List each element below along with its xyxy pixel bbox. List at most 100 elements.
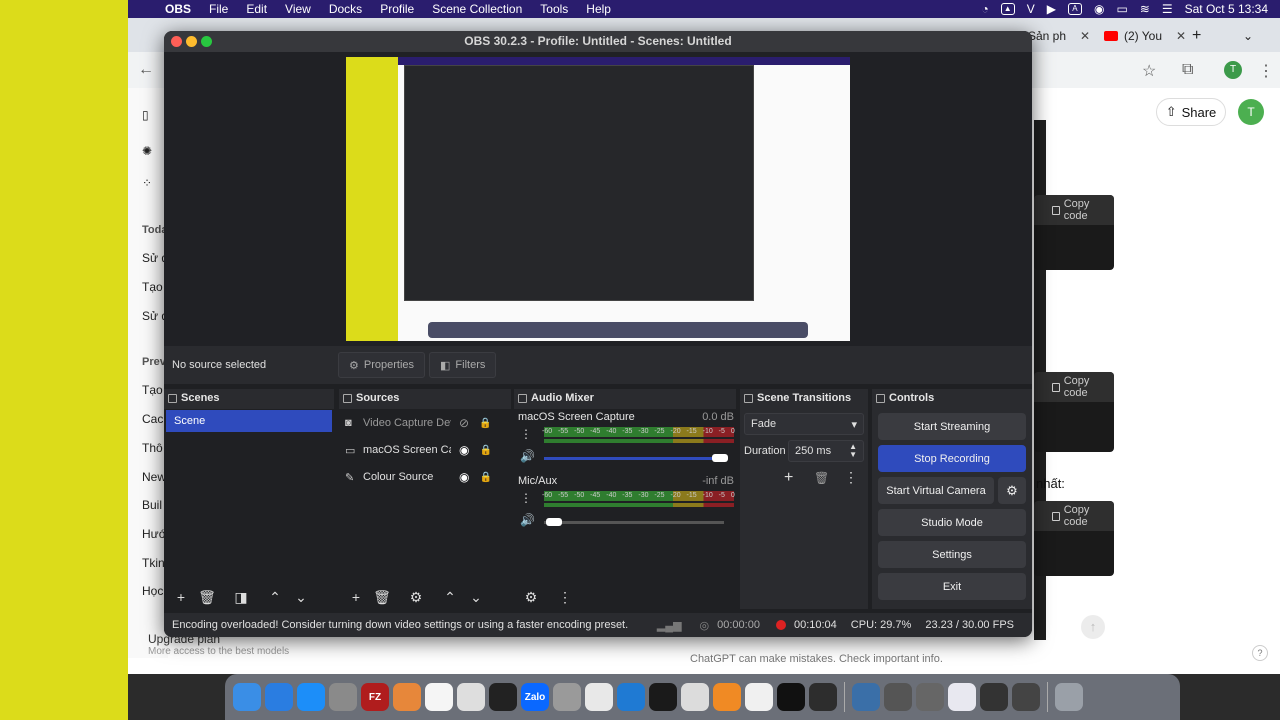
user-avatar[interactable]: T	[1238, 99, 1264, 125]
exit-button[interactable]: Exit	[878, 573, 1026, 600]
transition-select[interactable]: Fade ▾	[744, 413, 864, 435]
dock-app-trash-icon[interactable]	[1055, 683, 1083, 711]
menu-tools[interactable]: Tools	[531, 2, 577, 16]
dock-app-window-4-icon[interactable]	[980, 683, 1008, 711]
move-up-icon[interactable]: ⌃	[437, 586, 463, 608]
more-menu-icon[interactable]: ⋮	[1258, 61, 1274, 81]
vpn-v-icon[interactable]: V	[1027, 2, 1035, 16]
move-down-icon[interactable]: ⌄	[288, 586, 314, 608]
scene-filters-icon[interactable]: ◨	[228, 586, 254, 608]
source-properties-gear-icon[interactable]: ⚙	[403, 586, 429, 608]
volume-slider-knob[interactable]	[546, 518, 562, 526]
share-button[interactable]: ⇧ Share	[1156, 98, 1226, 126]
dock-app-system-settings-icon[interactable]	[329, 683, 357, 711]
add-transition-icon[interactable]: +	[784, 469, 793, 487]
wifi-icon[interactable]: ≋	[1140, 2, 1150, 16]
close-icon[interactable]: ✕	[1176, 29, 1186, 43]
settings-button[interactable]: Settings	[878, 541, 1026, 568]
scene-item[interactable]: Scene	[166, 410, 332, 432]
dock-app-safari-icon[interactable]	[265, 683, 293, 711]
play-circle-icon[interactable]: ▶	[1047, 2, 1056, 16]
source-row[interactable]: ◙ Video Capture Devi ⊘ 🔒	[345, 413, 505, 433]
lock-icon[interactable]: 🔒	[479, 445, 491, 456]
help-icon[interactable]: ?	[1252, 645, 1268, 661]
close-icon[interactable]: ✕	[1080, 29, 1090, 43]
source-row[interactable]: ▭ macOS Screen Capt ◉ 🔒	[345, 440, 505, 460]
back-arrow-icon[interactable]: ←	[138, 61, 154, 79]
transition-menu-icon[interactable]: ⋮	[844, 469, 858, 486]
dock-app-notes-icon[interactable]	[745, 683, 773, 711]
volume-slider[interactable]	[544, 521, 724, 524]
dock-app-freeform-icon[interactable]	[425, 683, 453, 711]
dock-app-app-store-icon[interactable]	[297, 683, 325, 711]
studio-mode-button[interactable]: Studio Mode	[878, 509, 1026, 536]
speaker-icon[interactable]: 🔊	[520, 513, 535, 527]
speaker-icon[interactable]: 🔊	[520, 449, 535, 463]
eye-hidden-icon[interactable]: ⊘	[459, 416, 469, 430]
duration-spinbox[interactable]: 250 ms ▲ ▼	[788, 440, 864, 462]
lock-icon[interactable]: 🔒	[479, 472, 491, 483]
menu-view[interactable]: View	[276, 2, 320, 16]
dock-app-preview-icon[interactable]	[681, 683, 709, 711]
add-source-icon[interactable]: +	[343, 586, 369, 608]
dock-app-capcut-icon[interactable]	[777, 683, 805, 711]
spinner-arrows-icon[interactable]: ▲ ▼	[849, 443, 857, 459]
menu-edit[interactable]: Edit	[237, 2, 276, 16]
stop-recording-button[interactable]: Stop Recording	[878, 445, 1026, 472]
volume-slider-knob[interactable]	[712, 454, 728, 462]
copy-code-button[interactable]: Copy code	[1064, 504, 1114, 528]
minimize-window-icon[interactable]	[186, 36, 197, 47]
properties-button[interactable]: ⚙ Properties	[338, 352, 426, 378]
dock-app-window-2-icon[interactable]	[916, 683, 944, 711]
dock-app-zalo-icon[interactable]: Zalo	[521, 683, 549, 711]
menu-docks[interactable]: Docks	[320, 2, 371, 16]
menu-scene-collection[interactable]: Scene Collection	[423, 2, 531, 16]
channel-menu-icon[interactable]: ⋮	[520, 427, 532, 441]
volume-slider[interactable]	[544, 457, 724, 460]
tab-list-chevron-icon[interactable]: ⌄	[1243, 26, 1253, 46]
menu-file[interactable]: File	[200, 2, 237, 16]
dock-app-launchpad-icon[interactable]	[393, 683, 421, 711]
dock-app-filezilla-icon[interactable]: FZ	[361, 683, 389, 711]
copy-code-button[interactable]: Copy code	[1064, 198, 1114, 222]
delete-scene-icon[interactable]: 🗑	[194, 586, 220, 608]
browser-tab-1[interactable]: Sản ph ✕	[1028, 26, 1090, 46]
dock-app-window-3-icon[interactable]	[948, 683, 976, 711]
dock-app-script-editor-icon[interactable]	[457, 683, 485, 711]
battery-icon[interactable]: ▭	[1116, 2, 1127, 16]
dock-app-vs-code-icon[interactable]	[617, 683, 645, 711]
eye-icon[interactable]: ◉	[459, 470, 469, 484]
start-virtual-camera-button[interactable]: Start Virtual Camera	[878, 477, 994, 504]
add-scene-icon[interactable]: +	[168, 586, 194, 608]
move-up-icon[interactable]: ⌃	[262, 586, 288, 608]
eye-icon[interactable]: ◉	[459, 443, 469, 457]
filters-button[interactable]: ◧ Filters	[429, 352, 497, 378]
menu-help[interactable]: Help	[577, 2, 620, 16]
obs-status-icon[interactable]: ◔	[981, 2, 988, 16]
dock-app-terminal-icon[interactable]	[489, 683, 517, 711]
record-icon[interactable]: ◉	[1094, 2, 1104, 16]
start-streaming-button[interactable]: Start Streaming	[878, 413, 1026, 440]
move-down-icon[interactable]: ⌄	[463, 586, 489, 608]
bookmark-star-icon[interactable]: ☆	[1142, 61, 1156, 81]
mixer-menu-icon[interactable]: ⋮	[552, 586, 578, 608]
profile-avatar[interactable]: T	[1224, 61, 1242, 79]
altstore-icon[interactable]: ▲	[1000, 3, 1015, 15]
dock-app-finder-icon[interactable]	[233, 683, 261, 711]
input-source-icon[interactable]: A	[1067, 3, 1082, 15]
extensions-icon[interactable]: ⧉	[1182, 61, 1193, 79]
channel-menu-icon[interactable]: ⋮	[520, 491, 532, 505]
delete-transition-icon[interactable]: 🗑	[814, 471, 829, 485]
dock-app-python-icon[interactable]	[852, 683, 880, 711]
virtual-camera-gear-icon[interactable]: ⚙	[998, 477, 1026, 504]
zoom-window-icon[interactable]	[201, 36, 212, 47]
menu-app-name[interactable]: OBS	[156, 2, 200, 16]
dock-app-activity-monitor-icon[interactable]	[649, 683, 677, 711]
dock-app-system-preferences-icon[interactable]	[553, 683, 581, 711]
browser-tab-2[interactable]: (2) You ✕	[1104, 26, 1186, 46]
dock-app-window-1-icon[interactable]	[884, 683, 912, 711]
new-tab-icon[interactable]: +	[1192, 26, 1201, 46]
control-center-icon[interactable]: ☰	[1162, 2, 1173, 16]
close-window-icon[interactable]	[171, 36, 182, 47]
advanced-audio-gear-icon[interactable]: ⚙	[518, 586, 544, 608]
